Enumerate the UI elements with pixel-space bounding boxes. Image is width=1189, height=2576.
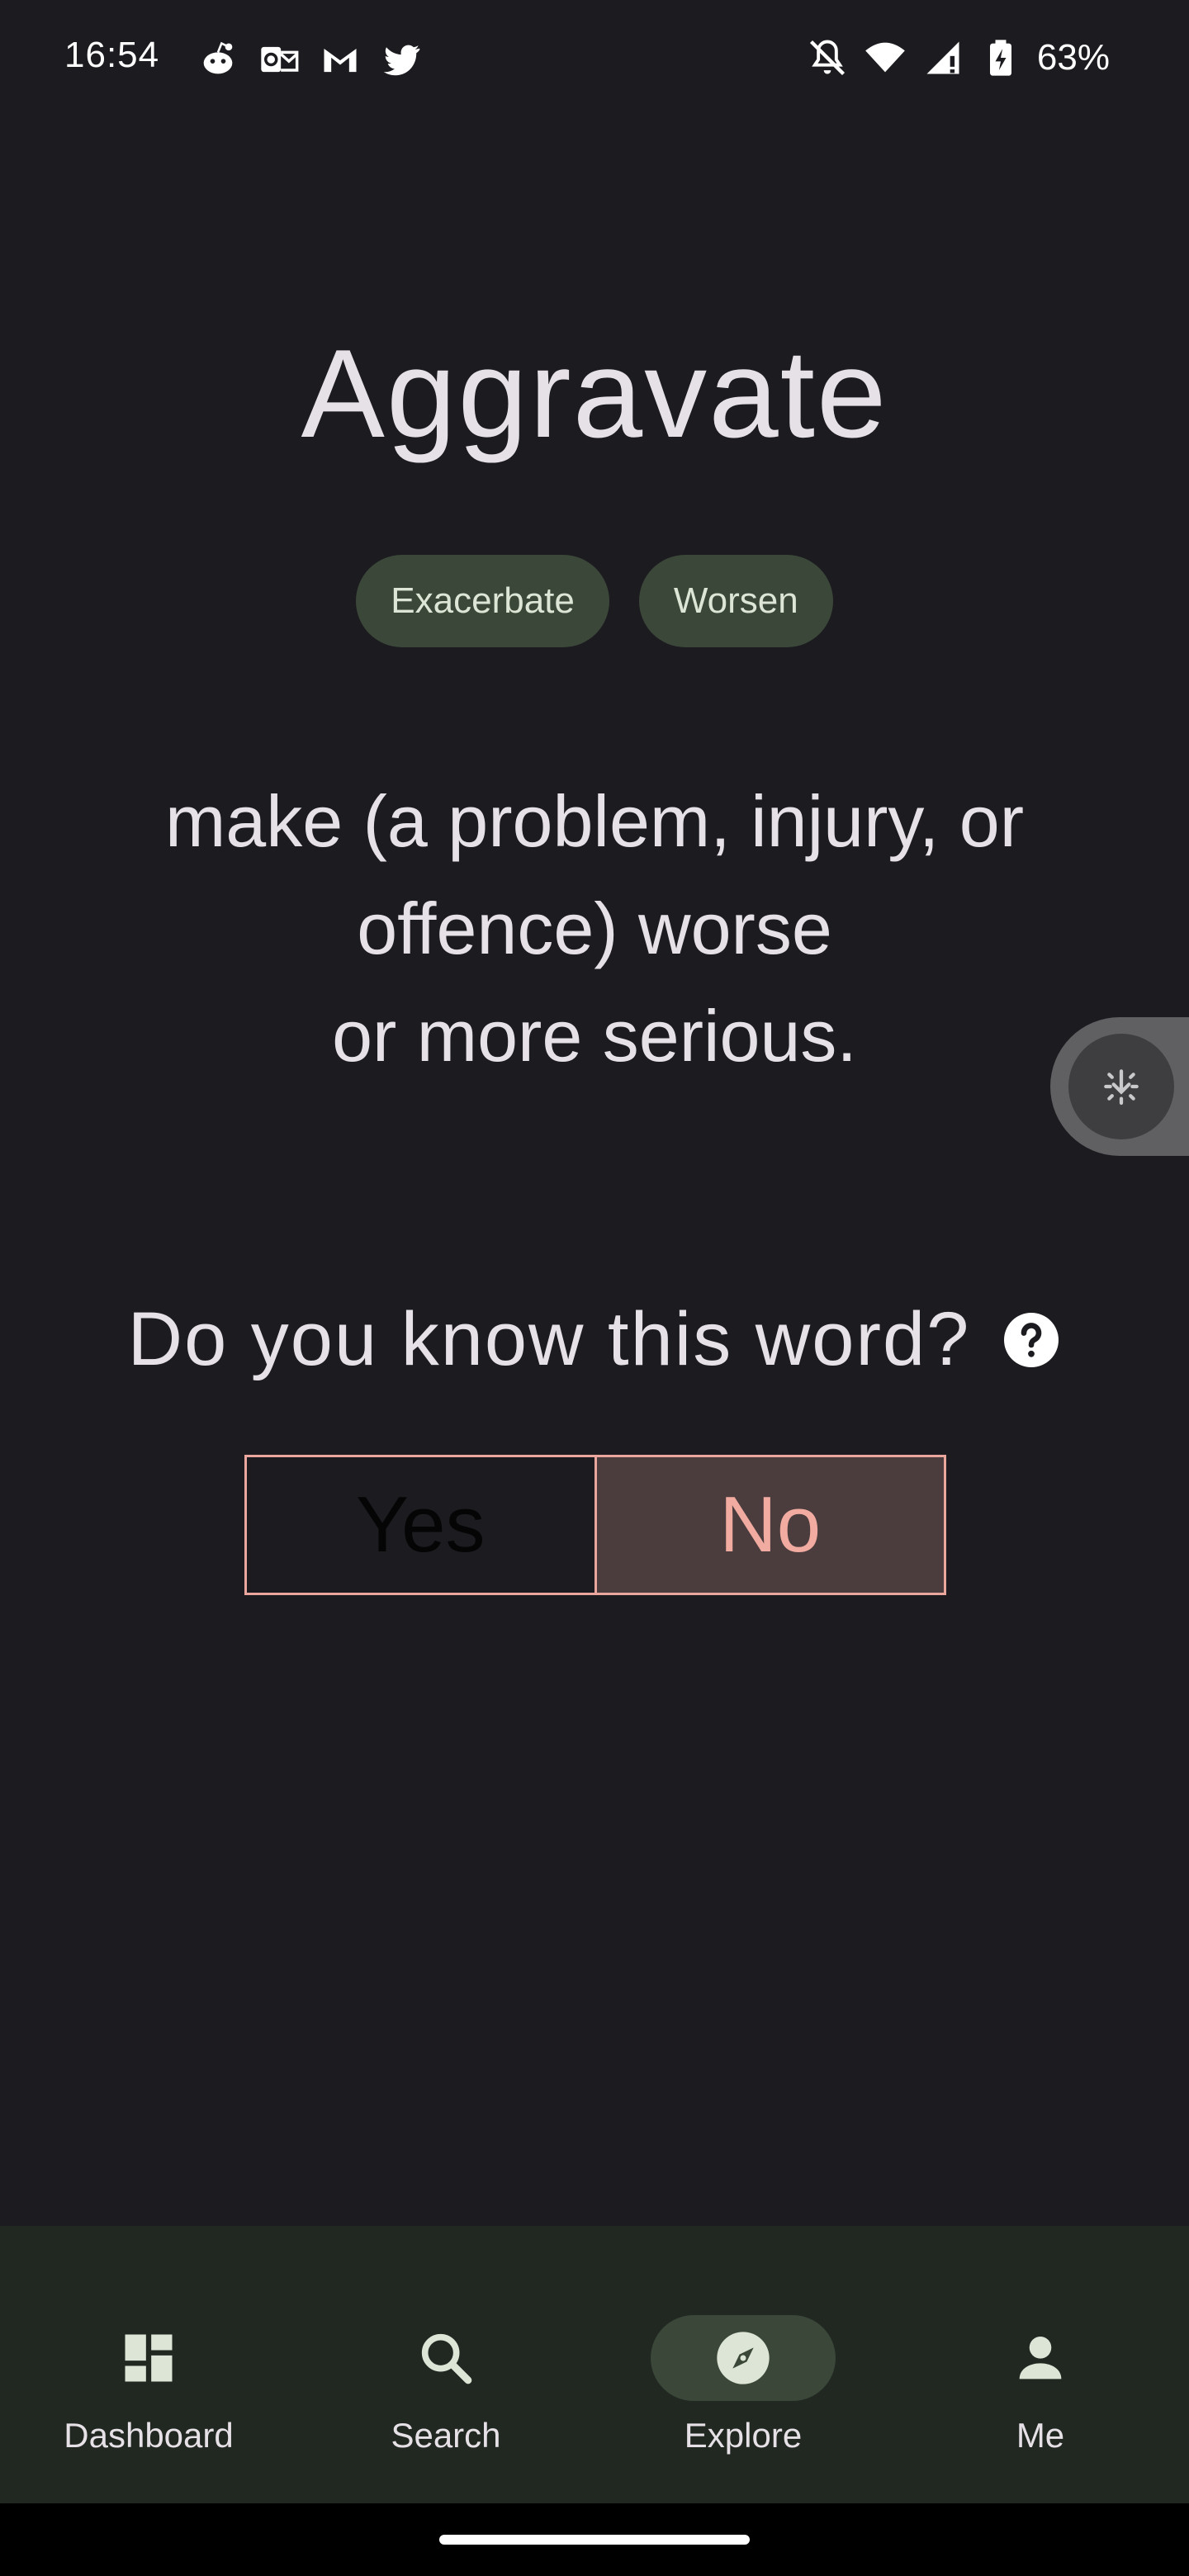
word-definition: make (a problem, injury, or offence) wor… bbox=[91, 768, 1098, 1090]
synonym-chip[interactable]: Exacerbate bbox=[356, 555, 609, 647]
home-gesture-handle[interactable] bbox=[439, 2535, 750, 2545]
nav-pill bbox=[353, 2315, 538, 2401]
nav-label: Search bbox=[391, 2416, 501, 2455]
search-icon bbox=[421, 2333, 472, 2384]
wifi-icon bbox=[865, 42, 905, 73]
system-icons: 63% bbox=[806, 36, 1110, 79]
nav-label: Explore bbox=[684, 2416, 803, 2455]
definition-line: offence) worse bbox=[357, 888, 832, 969]
status-bar: 16:54 63% bbox=[0, 0, 1189, 116]
nav-item-explore[interactable]: Explore bbox=[594, 2226, 892, 2503]
reddit-icon bbox=[203, 41, 233, 74]
notification-icons bbox=[197, 38, 423, 81]
bell-off-icon bbox=[809, 40, 845, 76]
twitter-icon bbox=[383, 45, 420, 76]
synonym-chips: Exacerbate Worsen bbox=[0, 555, 1189, 647]
nav-label: Dashboard bbox=[64, 2416, 234, 2455]
answer-toggle: Yes No bbox=[244, 1455, 946, 1595]
compass-icon bbox=[717, 2332, 770, 2384]
definition-line: or more serious. bbox=[332, 995, 857, 1077]
nav-item-dashboard[interactable]: Dashboard bbox=[0, 2226, 297, 2503]
question-row: Do you know this word? bbox=[0, 1296, 1189, 1383]
nav-pill bbox=[56, 2315, 241, 2401]
word-title: Aggravate bbox=[301, 324, 888, 464]
nav-pill bbox=[948, 2315, 1133, 2401]
floating-action-bubble[interactable] bbox=[1050, 1017, 1189, 1156]
battery-charging-icon bbox=[989, 40, 1011, 76]
download-sparkle-icon bbox=[1104, 1069, 1139, 1106]
dashboard-icon bbox=[125, 2334, 173, 2382]
synonym-chip[interactable]: Worsen bbox=[638, 555, 833, 647]
yes-button[interactable]: Yes bbox=[247, 1457, 597, 1593]
question-text: Do you know this word? bbox=[127, 1297, 971, 1381]
help-icon[interactable] bbox=[1002, 1310, 1061, 1370]
battery-percentage: 63% bbox=[1036, 37, 1110, 78]
nav-item-me[interactable]: Me bbox=[892, 2226, 1189, 2503]
nav-item-search[interactable]: Search bbox=[297, 2226, 594, 2503]
floating-bubble-button[interactable] bbox=[1068, 1034, 1174, 1139]
signal-icon bbox=[926, 41, 959, 74]
bottom-navigation: Dashboard Search Explore Me bbox=[0, 2226, 1189, 2503]
person-icon bbox=[1019, 2337, 1062, 2379]
nav-label: Me bbox=[1016, 2416, 1065, 2455]
system-navigation-area bbox=[0, 2503, 1189, 2576]
no-button[interactable]: No bbox=[596, 1457, 944, 1593]
outlook-icon bbox=[261, 46, 299, 73]
nav-pill-active bbox=[651, 2315, 836, 2401]
status-time: 16:54 bbox=[64, 35, 160, 75]
gmail-icon bbox=[324, 49, 357, 73]
definition-line: make (a problem, injury, or bbox=[164, 780, 1025, 862]
